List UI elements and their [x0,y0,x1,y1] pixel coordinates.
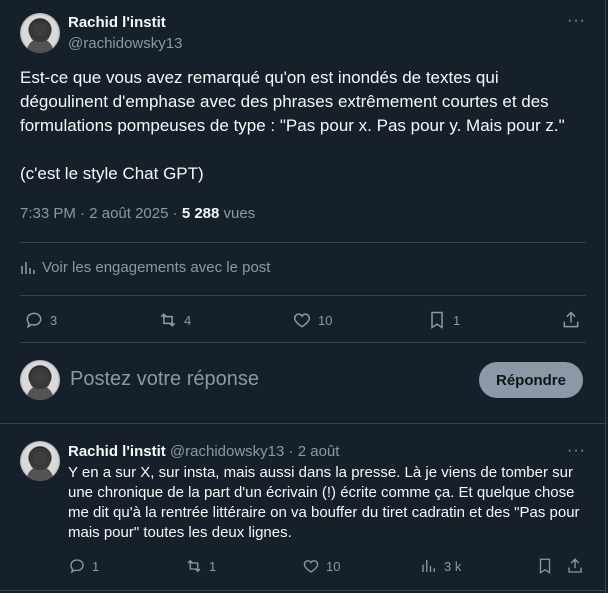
repost-count: 4 [184,312,192,328]
reply-like-button[interactable]: 10 [302,557,340,575]
reply-count: 3 [50,312,58,328]
share-icon [568,558,582,573]
reply-repost-count: 1 [209,558,217,574]
reply-input[interactable]: Postez votre réponse [70,368,259,391]
meta-separator: · [80,205,86,222]
post-text: Est-ce que vous avez remarqué qu'on est … [20,68,565,183]
reply-text: Y en a sur X, sur insta, mais aussi dans… [68,464,584,541]
repost-icon [187,559,201,573]
reply-author-name[interactable]: Rachid l'instit [68,443,166,460]
reply-icon [26,312,42,329]
share-icon [563,311,579,328]
post-meta: 7:33 PM · 2 août 2025 · 5 288 vues [20,205,255,222]
author-handle[interactable]: @rachidowsky13 [68,35,182,52]
views-label: vues [223,205,256,222]
share-button[interactable] [561,310,581,330]
more-icon[interactable]: ··· [567,12,586,30]
reply-like-count: 10 [326,558,341,574]
like-count: 10 [318,312,333,328]
bookmark-icon [539,558,551,575]
reply-repost-button[interactable]: 1 [185,557,216,575]
post-date[interactable]: 2 août 2025 [89,205,168,222]
more-icon[interactable]: ··· [567,442,586,460]
divider [20,342,586,343]
composer-avatar[interactable] [20,360,60,400]
views-icon [422,560,435,572]
reply-submit-button[interactable]: Répondre [479,362,583,398]
reply-share-button[interactable] [566,557,584,575]
bookmark-count: 1 [453,312,461,328]
like-button[interactable]: 10 [292,310,332,330]
author-name[interactable]: Rachid l'instit [68,14,166,31]
bookmark-icon [431,311,443,329]
reply-author-avatar[interactable] [20,441,60,481]
views-count: 5 288 [181,205,220,222]
divider [20,295,586,296]
author-avatar[interactable] [20,13,60,53]
bar-chart-icon [21,261,35,274]
reply-reply-count: 1 [92,558,100,574]
post-time[interactable]: 7:33 PM [20,205,76,222]
post-thread: Rachid l'instit @rachidowsky13 ··· Est-c… [0,0,606,593]
engagements-label: Voir les engagements avec le post [42,259,271,276]
reply-icon [70,559,84,574]
divider [20,242,586,243]
repost-icon [160,313,176,327]
reply-reply-button[interactable]: 1 [68,557,99,575]
reply-views-count: 3 k [444,558,462,574]
divider [0,423,606,424]
bookmark-button[interactable]: 1 [427,310,460,330]
reply-button[interactable]: 3 [24,310,57,330]
like-icon [293,313,311,328]
like-icon [303,560,319,573]
reply-author-handle[interactable]: @rachidowsky13 [170,443,284,460]
view-engagements-link[interactable]: Voir les engagements avec le post [20,259,270,276]
reply-separator: · [288,443,294,460]
reply-date[interactable]: 2 août [298,443,340,460]
divider [0,590,606,591]
reply-views-button[interactable]: 3 k [420,557,461,575]
reply-header: Rachid l'instit @rachidowsky13 · 2 août [68,443,339,460]
meta-separator: · [172,205,178,222]
reply-bookmark-button[interactable] [536,557,554,575]
repost-button[interactable]: 4 [158,310,191,330]
